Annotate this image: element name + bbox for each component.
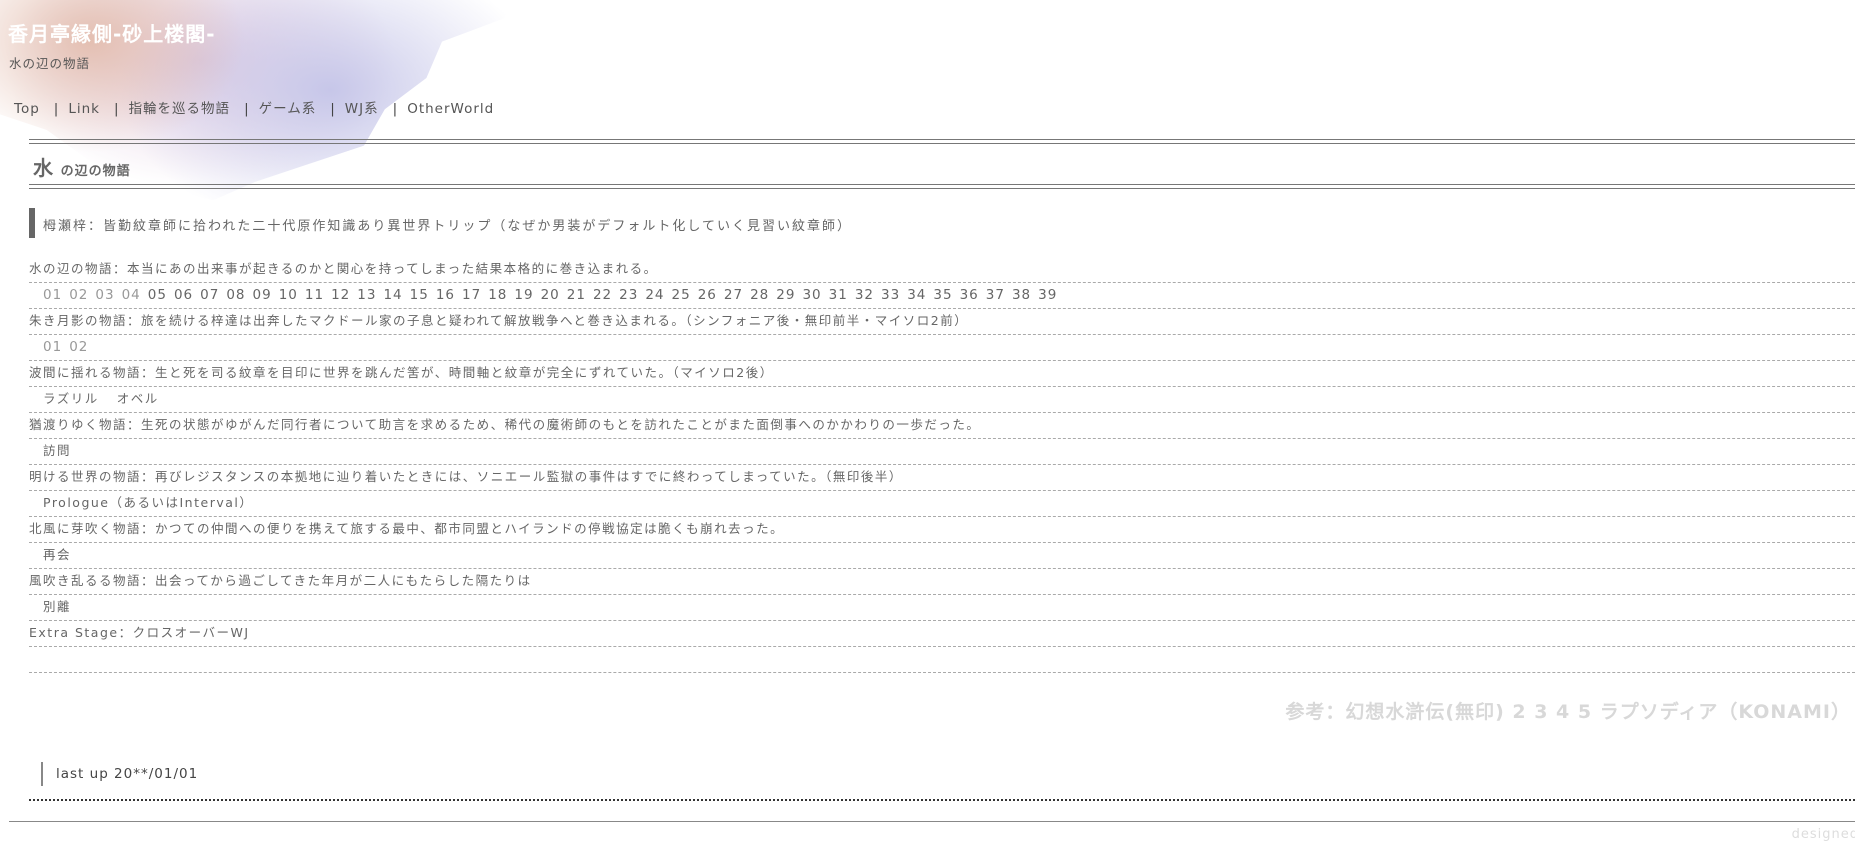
nav-link[interactable]: Link [68,101,100,117]
story-list: 水の辺の物語：本当にあの出来事が起きるのかと関心を持ってしまった結果本格的に巻き… [29,257,1855,673]
section-title: 水 の辺の物語 [33,152,131,181]
site-title: 香月亭縁側-砂上楼閣- [8,22,216,46]
site-subtitle: 水の辺の物語 [9,56,91,71]
chapter-link[interactable]: 39 [1038,287,1057,303]
section-bottom-rule [29,184,1855,189]
empty-row [29,647,1855,673]
chapter-link[interactable]: Prologue（あるいはInterval） [43,495,253,510]
chapter-link[interactable]: 再会 [43,547,71,562]
nav-ring-story[interactable]: 指輪を巡る物語 [129,101,231,117]
chapter-link[interactable]: 03 [95,287,114,303]
story-description: 猶渡りゆく物語：生死の状態がゆがんだ同行者について助言を求めるため、稀代の魔術師… [29,413,1855,439]
chapter-link[interactable]: 02 [69,287,88,303]
chapter-link[interactable]: 27 [724,287,743,303]
chapter-link[interactable]: 21 [567,287,586,303]
chapter-link[interactable]: 訪問 [43,443,71,458]
section-title-rest: の辺の物語 [60,164,131,179]
chapter-link[interactable]: ラズリル [43,391,99,406]
chapter-link[interactable]: 38 [1012,287,1031,303]
chapter-link[interactable]: 14 [383,287,402,303]
nav-top[interactable]: Top [14,101,40,117]
story-chapter-links: 01 02 [29,335,1855,361]
nav-separator: | [244,101,250,117]
story-chapter-links: 別離 [29,595,1855,621]
chapter-link[interactable]: 36 [960,287,979,303]
chapter-link[interactable]: 30 [802,287,821,303]
chapter-link[interactable]: 35 [933,287,952,303]
chapter-link[interactable]: 31 [829,287,848,303]
chapter-link[interactable]: 05 [148,287,167,303]
story-chapter-links: 01 02 03 04 05 06 07 08 09 10 11 12 13 14 15 16 17 18 19 20… [29,283,1855,309]
chapter-link[interactable]: 04 [122,287,141,303]
story-description: 北風に芽吹く物語：かつての仲間への便りを携えて旅する最中、都市同盟とハイランドの… [29,517,1855,543]
chapter-link[interactable]: 08 [226,287,245,303]
chapter-link[interactable]: 34 [907,287,926,303]
chapter-link[interactable]: 33 [881,287,900,303]
chapter-link[interactable]: 17 [462,287,481,303]
chapter-link[interactable]: 19 [514,287,533,303]
chapter-link[interactable]: 12 [331,287,350,303]
main-nav: Top | Link | 指輪を巡る物語 | ゲーム系 | WJ系 | OtherWorld [14,97,494,117]
section-title-initial: 水 [33,156,54,180]
chapter-link[interactable]: 13 [357,287,376,303]
last-update: last up 20**/01/01 [41,762,198,786]
reference-note: 参考：幻想水滸伝(無印) 2 3 4 5 ラプソディア（KONAMI） [1285,701,1851,723]
dotted-divider [29,799,1855,801]
extra-stage-link[interactable]: Extra Stage：クロスオーバーWJ [29,621,1855,647]
chapter-link[interactable]: 28 [750,287,769,303]
chapter-link[interactable]: 25 [672,287,691,303]
chapter-link[interactable]: 23 [619,287,638,303]
chapter-link[interactable]: 02 [69,339,88,355]
chapter-link[interactable]: 26 [698,287,717,303]
story-chapter-links: 訪問 [29,439,1855,465]
story-description: 波間に揺れる物語：生と死を司る紋章を目印に世界を跳んだ筈が、時間軸と紋章が完全に… [29,361,1855,387]
footer-credit: designed [1791,827,1855,842]
nav-separator: | [53,101,60,117]
nav-game[interactable]: ゲーム系 [259,101,317,117]
chapter-link[interactable]: 06 [174,287,193,303]
story-description: 明ける世界の物語：再びレジスタンスの本拠地に辿り着いたときには、ソニエール監獄の… [29,465,1855,491]
nav-separator: | [114,101,120,117]
story-description: 朱き月影の物語：旅を続ける梓達は出奔したマクドール家の子息と疑われて解放戦争へと… [29,309,1855,335]
nav-wj[interactable]: WJ系 [345,101,379,117]
section-top-rule [29,139,1855,144]
chapter-link[interactable]: 32 [855,287,874,303]
chapter-link[interactable]: 07 [200,287,219,303]
chapter-link[interactable]: 20 [541,287,560,303]
story-chapter-links: 再会 [29,543,1855,569]
character-intro: 栂瀬梓：皆勤紋章師に拾われた二十代原作知識あり異世界トリップ（なぜか男装がデフォ… [43,219,852,234]
chapter-link[interactable]: 37 [986,287,1005,303]
chapter-link[interactable]: 別離 [43,599,71,614]
nav-separator: | [392,101,399,117]
chapter-link[interactable]: 18 [488,287,507,303]
chapter-link[interactable]: 29 [776,287,795,303]
chapter-link[interactable]: 15 [410,287,429,303]
quote-marker [29,208,35,238]
chapter-link[interactable]: 09 [253,287,272,303]
chapter-link[interactable]: 01 [43,287,62,303]
chapter-link[interactable]: オベル [117,391,159,406]
chapter-link[interactable]: 22 [593,287,612,303]
chapter-link[interactable]: 16 [436,287,455,303]
story-chapter-links: ラズリル オベル [29,387,1855,413]
nav-separator: | [330,101,336,117]
chapter-link[interactable]: 24 [645,287,664,303]
story-description: 風吹き乱るる物語：出会ってから過ごしてきた年月が二人にもたらした隔たりは [29,569,1855,595]
footer-divider [9,821,1855,822]
nav-otherworld[interactable]: OtherWorld [407,101,494,117]
chapter-link[interactable]: 10 [279,287,298,303]
chapter-link[interactable]: 01 [43,339,62,355]
story-description: 水の辺の物語：本当にあの出来事が起きるのかと関心を持ってしまった結果本格的に巻き… [29,257,1855,283]
chapter-link[interactable]: 11 [305,287,324,303]
story-chapter-links: Prologue（あるいはInterval） [29,491,1855,517]
